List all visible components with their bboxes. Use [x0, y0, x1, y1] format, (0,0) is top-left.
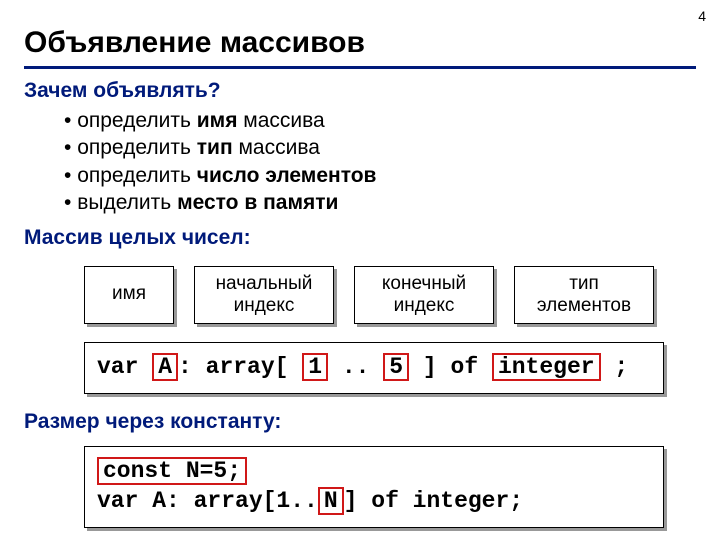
list-item: определить имя массива: [64, 107, 696, 134]
code-example-1: var A: array[ 1 .. 5 ] of integer ;: [84, 342, 664, 394]
list-item: выделить место в памяти: [64, 189, 696, 216]
page-title: Объявление массивов: [24, 26, 696, 69]
list-item: определить тип массива: [64, 134, 696, 161]
label-end-index: конечныйиндекс: [354, 266, 494, 324]
hl-end: 5: [383, 353, 409, 381]
section1-heading: Зачем объявлять?: [24, 79, 696, 103]
list-item: определить число элементов: [64, 162, 696, 189]
code-example-2: const N=5; var A: array[1..N] of integer…: [84, 446, 664, 528]
section2-heading: Массив целых чисел:: [24, 226, 696, 250]
label-start-index: начальныйиндекс: [194, 266, 334, 324]
label-element-type: типэлементов: [514, 266, 654, 324]
hl-type: integer: [492, 353, 601, 381]
hl-n: N: [318, 487, 344, 515]
page-number: 4: [698, 8, 706, 24]
hl-const: const N=5;: [97, 457, 247, 485]
hl-name: A: [152, 353, 178, 381]
section3-heading: Размер через константу:: [24, 410, 696, 434]
section1-list: определить имя массива определить тип ма…: [64, 107, 696, 216]
hl-start: 1: [302, 353, 328, 381]
label-name: имя: [84, 266, 174, 324]
label-row: имя начальныйиндекс конечныйиндекс типэл…: [84, 266, 696, 324]
